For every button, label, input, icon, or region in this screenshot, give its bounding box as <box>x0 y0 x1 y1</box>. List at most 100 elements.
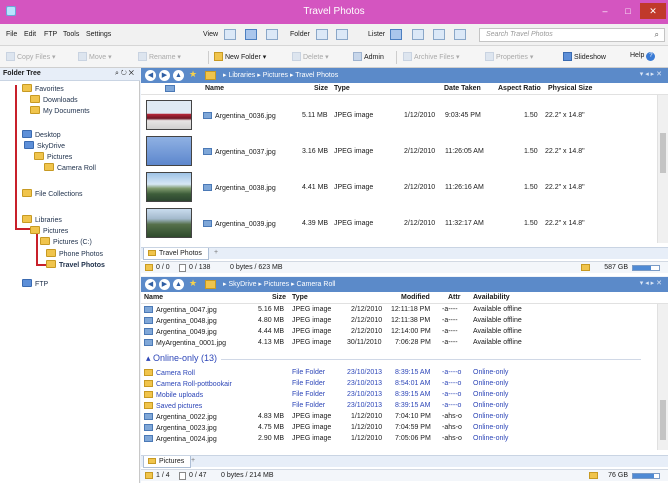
folder-row[interactable]: Camera Roll File Folder 23/10/2013 8:39:… <box>141 368 656 379</box>
maximize-button[interactable]: □ <box>617 3 639 19</box>
column-date-taken[interactable]: Date Taken <box>444 85 481 92</box>
column-modified[interactable]: Modified <box>401 294 430 301</box>
tree-item-file-collections[interactable]: File Collections <box>22 189 82 198</box>
slideshow-button[interactable]: Slideshow <box>563 52 606 61</box>
group-header-online-only[interactable]: ▴ Online-only (13) <box>146 353 217 364</box>
folder-tree-toggle-icon[interactable] <box>316 29 328 40</box>
back-icon[interactable]: ◀ <box>145 70 156 81</box>
tree-item-desktop[interactable]: Desktop <box>22 130 61 139</box>
tree-item-libraries[interactable]: Libraries <box>22 215 62 224</box>
vertical-scrollbar[interactable] <box>657 95 668 243</box>
byte-count: 0 bytes / 214 MB <box>221 472 274 479</box>
column-type[interactable]: Type <box>292 294 308 301</box>
folder-row[interactable]: Saved pictures File Folder 23/10/2013 8:… <box>141 401 656 412</box>
delete-button[interactable]: Delete ▾ <box>292 52 329 61</box>
file-row[interactable]: Argentina_0037.jpg 3.16 MB JPEG image 2/… <box>141 134 656 170</box>
breadcrumb[interactable]: ▸ Libraries ▸ Pictures ▸ Travel Photos <box>223 71 338 79</box>
tab-travel-photos[interactable]: Travel Photos <box>143 248 209 260</box>
menu-tools[interactable]: Tools <box>63 31 79 38</box>
file-row[interactable]: Argentina_0047.jpg 5.16 MB JPEG image 2/… <box>141 305 656 316</box>
properties-button[interactable]: Properties ▾ <box>485 52 533 61</box>
tree-item-skydrive[interactable]: SkyDrive <box>24 141 65 150</box>
tab-pictures[interactable]: Pictures <box>143 456 192 468</box>
tree-item-pictures-c[interactable]: Pictures (C:) <box>40 237 92 246</box>
file-count: 0 / 138 <box>189 264 211 271</box>
folder-icon <box>46 249 56 257</box>
folder-tree-controls[interactable]: ⌕ ↻ ✕ <box>115 70 134 78</box>
up-icon[interactable]: ▲ <box>173 70 184 81</box>
column-availability[interactable]: Availability <box>473 294 510 301</box>
column-physical-size[interactable]: Physical Size <box>548 85 592 92</box>
move-button[interactable]: Move ▾ <box>78 52 112 61</box>
up-icon[interactable]: ▲ <box>173 279 184 290</box>
folder-row[interactable]: Mobile uploads File Folder 23/10/2013 8:… <box>141 390 656 401</box>
search-icon[interactable]: ⌕ <box>655 30 659 40</box>
breadcrumb[interactable]: ▸ SkyDrive ▸ Pictures ▸ Camera Roll <box>223 280 335 288</box>
forward-icon[interactable]: ▶ <box>159 279 170 290</box>
file-row[interactable]: Argentina_0023.jpg 4.75 MB JPEG image 1/… <box>141 423 656 434</box>
scrollbar-thumb[interactable] <box>660 400 666 440</box>
lister-dual-horizontal-icon[interactable] <box>412 29 424 40</box>
pane-controls[interactable]: ▾ ◂ ▸ ✕ <box>640 70 662 78</box>
thumbnail-column-icon[interactable] <box>165 85 175 92</box>
search-box[interactable]: Search Travel Photos ⌕ <box>479 28 665 42</box>
lister-dual-vertical-icon[interactable] <box>433 29 445 40</box>
rename-button[interactable]: Rename ▾ <box>138 52 181 61</box>
new-tab-icon[interactable]: + <box>191 457 195 464</box>
move-label: Move <box>89 54 107 61</box>
forward-icon[interactable]: ▶ <box>159 70 170 81</box>
column-name[interactable]: Name <box>205 85 224 92</box>
vertical-scrollbar[interactable] <box>657 304 668 450</box>
tree-item-ftp[interactable]: FTP <box>22 279 48 288</box>
column-type[interactable]: Type <box>334 85 350 92</box>
menu-file[interactable]: File <box>6 31 17 38</box>
file-row[interactable]: Argentina_0039.jpg 4.39 MB JPEG image 2/… <box>141 206 656 242</box>
modified-time: 8:54:01 AM <box>395 380 431 387</box>
minimize-button[interactable]: – <box>594 3 616 19</box>
tree-item-favorites[interactable]: Favorites <box>22 84 64 93</box>
favorite-star-icon[interactable]: ★ <box>189 69 197 80</box>
help-button[interactable]: Help ? <box>630 52 656 61</box>
back-icon[interactable]: ◀ <box>145 279 156 290</box>
column-size[interactable]: Size <box>272 294 286 301</box>
column-aspect-ratio[interactable]: Aspect Ratio <box>498 85 541 92</box>
file-row[interactable]: Argentina_0022.jpg 4.83 MB JPEG image 1/… <box>141 412 656 423</box>
view-power-icon[interactable] <box>266 29 278 40</box>
view-thumbnails-icon[interactable] <box>224 29 236 40</box>
pane-controls[interactable]: ▾ ◂ ▸ ✕ <box>640 279 662 287</box>
lister-layout-icon[interactable] <box>454 29 466 40</box>
new-tab-icon[interactable]: + <box>214 249 218 256</box>
column-name[interactable]: Name <box>144 294 163 301</box>
tree-item-libraries-pictures[interactable]: Pictures <box>30 226 68 235</box>
admin-button[interactable]: Admin <box>353 52 384 61</box>
close-button[interactable]: ✕ <box>640 3 666 19</box>
menu-settings[interactable]: Settings <box>86 31 111 38</box>
lister-single-icon[interactable] <box>390 29 402 40</box>
file-row[interactable]: Argentina_0038.jpg 4.41 MB JPEG image 2/… <box>141 170 656 206</box>
menu-edit[interactable]: Edit <box>24 31 36 38</box>
file-row[interactable]: MyArgentina_0001.jpg 4.13 MB JPEG image … <box>141 338 656 349</box>
file-row[interactable]: Argentina_0036.jpg 5.11 MB JPEG image 1/… <box>141 98 656 134</box>
scrollbar-thumb[interactable] <box>660 133 666 173</box>
column-attr[interactable]: Attr <box>448 294 460 301</box>
tree-item-downloads[interactable]: Downloads <box>30 95 78 104</box>
tree-item-camera-roll[interactable]: Camera Roll <box>44 163 96 172</box>
byte-count: 0 bytes / 623 MB <box>230 264 283 271</box>
tree-item-skydrive-pictures[interactable]: Pictures <box>34 152 72 161</box>
copy-files-button[interactable]: Copy Files ▾ <box>6 52 56 61</box>
file-row[interactable]: Argentina_0048.jpg 4.80 MB JPEG image 2/… <box>141 316 656 327</box>
favorite-star-icon[interactable]: ★ <box>189 278 197 289</box>
view-details-icon[interactable] <box>245 29 257 40</box>
folder-dual-toggle-icon[interactable] <box>336 29 348 40</box>
archive-files-button[interactable]: Archive Files ▾ <box>403 52 460 61</box>
new-folder-button[interactable]: New Folder ▾ <box>214 52 266 61</box>
column-size[interactable]: Size <box>314 85 328 92</box>
file-name-text: Argentina_0048.jpg <box>156 318 217 325</box>
tree-item-my-documents[interactable]: My Documents <box>30 106 90 115</box>
file-row[interactable]: Argentina_0049.jpg 4.44 MB JPEG image 2/… <box>141 327 656 338</box>
tree-item-phone-photos[interactable]: Phone Photos <box>46 249 103 258</box>
file-row[interactable]: Argentina_0024.jpg 2.90 MB JPEG image 1/… <box>141 434 656 445</box>
menu-ftp[interactable]: FTP <box>44 31 57 38</box>
tree-item-travel-photos[interactable]: Travel Photos <box>46 260 105 269</box>
folder-row[interactable]: Camera Roll-pottbookair File Folder 23/1… <box>141 379 656 390</box>
